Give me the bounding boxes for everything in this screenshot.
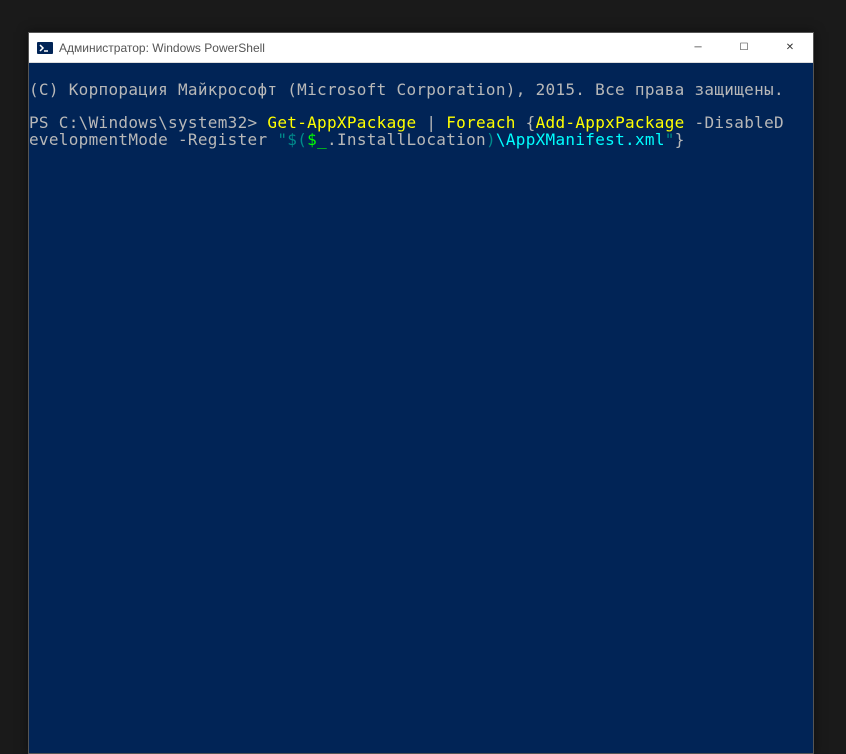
cmd-install-location: .InstallLocation (327, 130, 486, 149)
titlebar[interactable]: Администратор: Windows PowerShell ─ ☐ ✕ (29, 33, 813, 63)
cmd-string-close: " (665, 130, 675, 149)
cmd-string-open: "$( (277, 130, 307, 149)
cmd-param-register: evelopmentMode -Register (29, 130, 277, 149)
cmd-dollar-underscore: $_ (307, 130, 327, 149)
command-line-2: evelopmentMode -Register "$($_.InstallLo… (29, 130, 685, 149)
terminal-output[interactable]: (C) Корпорация Майкрософт (Microsoft Cor… (29, 63, 813, 168)
minimize-button[interactable]: ─ (675, 33, 721, 62)
powershell-window: Администратор: Windows PowerShell ─ ☐ ✕ … (28, 32, 814, 754)
cmd-paren-close: ) (486, 130, 496, 149)
powershell-icon (37, 40, 53, 56)
cmd-manifest-path: \AppXManifest.xml (496, 130, 665, 149)
maximize-button[interactable]: ☐ (721, 33, 767, 62)
cmd-brace-close: } (675, 130, 685, 149)
window-title: Администратор: Windows PowerShell (59, 41, 675, 55)
cmd-param-disable: -DisableD (685, 113, 784, 132)
copyright-line: (C) Корпорация Майкрософт (Microsoft Cor… (29, 80, 784, 99)
window-controls: ─ ☐ ✕ (675, 33, 813, 62)
close-button[interactable]: ✕ (767, 33, 813, 62)
